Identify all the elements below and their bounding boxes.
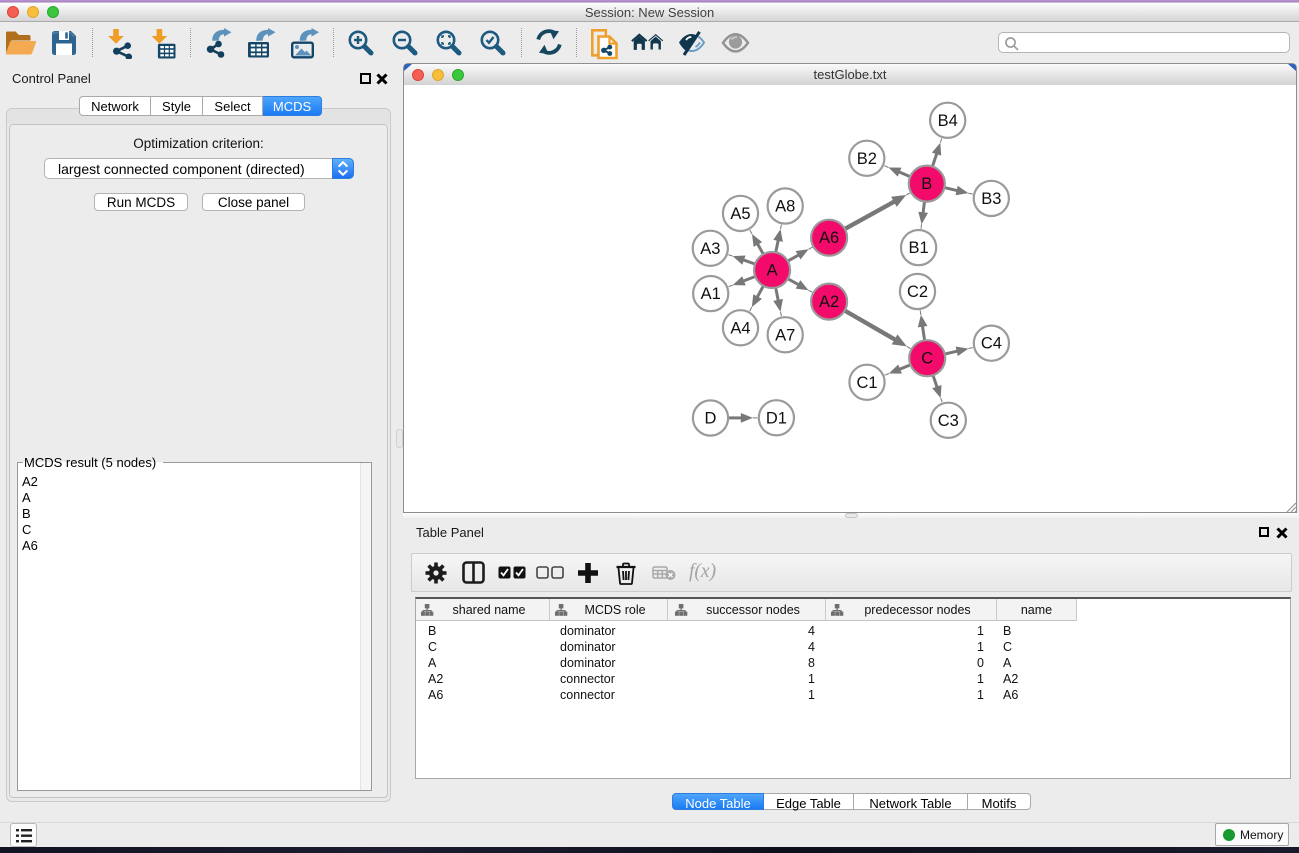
svg-text:A: A bbox=[767, 262, 778, 280]
svg-text:A5: A5 bbox=[730, 205, 750, 223]
svg-text:A8: A8 bbox=[775, 198, 795, 216]
svg-text:B: B bbox=[921, 175, 932, 193]
svg-text:A7: A7 bbox=[775, 326, 795, 344]
svg-text:D: D bbox=[705, 410, 717, 428]
svg-text:C3: C3 bbox=[938, 412, 959, 430]
svg-text:A1: A1 bbox=[701, 285, 721, 303]
svg-text:B2: B2 bbox=[857, 150, 877, 168]
svg-text:C1: C1 bbox=[856, 374, 877, 392]
svg-text:A2: A2 bbox=[819, 293, 839, 311]
svg-text:B4: B4 bbox=[938, 112, 958, 130]
svg-text:A6: A6 bbox=[819, 229, 839, 247]
svg-text:C: C bbox=[921, 350, 933, 368]
svg-text:A4: A4 bbox=[730, 319, 750, 337]
svg-text:D1: D1 bbox=[766, 409, 787, 427]
svg-text:B3: B3 bbox=[981, 190, 1001, 208]
svg-text:C4: C4 bbox=[981, 335, 1002, 353]
svg-text:A3: A3 bbox=[700, 240, 720, 258]
svg-text:B1: B1 bbox=[909, 239, 929, 257]
svg-text:C2: C2 bbox=[907, 283, 928, 301]
